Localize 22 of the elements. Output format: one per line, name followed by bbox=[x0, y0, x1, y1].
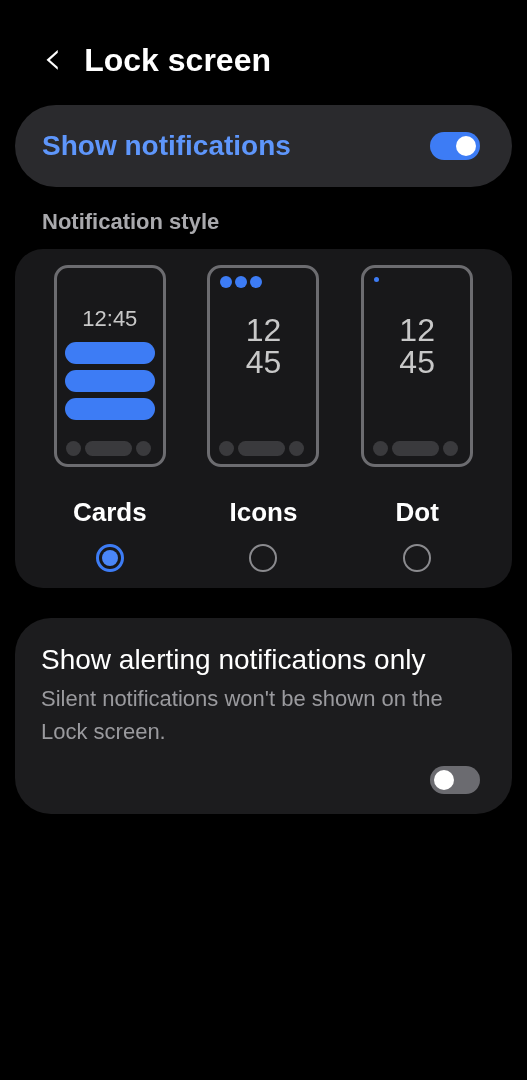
setting-label: Show notifications bbox=[42, 130, 291, 162]
page-title: Lock screen bbox=[84, 41, 271, 79]
toggle-switch[interactable] bbox=[430, 132, 480, 160]
preview-clock: 12:45 bbox=[82, 308, 138, 330]
radio-button[interactable] bbox=[95, 544, 124, 572]
lock-screen-preview-drawing[interactable]: 12 45 bbox=[207, 265, 320, 467]
style-label: Dot bbox=[395, 497, 439, 528]
setting-title: Show alerting notifications only bbox=[41, 644, 427, 676]
preview-clock: 12 45 bbox=[399, 314, 435, 378]
back-button[interactable]: ‹ bbox=[39, 33, 67, 87]
section-heading: Notification style bbox=[41, 209, 221, 235]
radio-button[interactable] bbox=[403, 544, 432, 572]
lock-screen-preview-drawing[interactable]: 12:45 bbox=[53, 265, 166, 467]
lock-screen-preview-drawing[interactable]: 12 45 bbox=[361, 265, 474, 467]
notification-dot-icon bbox=[374, 277, 380, 282]
style-label: Icons bbox=[229, 497, 298, 528]
style-label: Cards bbox=[72, 497, 147, 528]
radio-button[interactable] bbox=[249, 544, 278, 572]
preview-clock: 12 45 bbox=[245, 314, 282, 378]
notification-icons-drawing bbox=[220, 276, 263, 288]
toggle-switch[interactable] bbox=[430, 766, 480, 794]
setting-description: Silent notifications won't be shown on the Lock screen. bbox=[41, 685, 444, 746]
